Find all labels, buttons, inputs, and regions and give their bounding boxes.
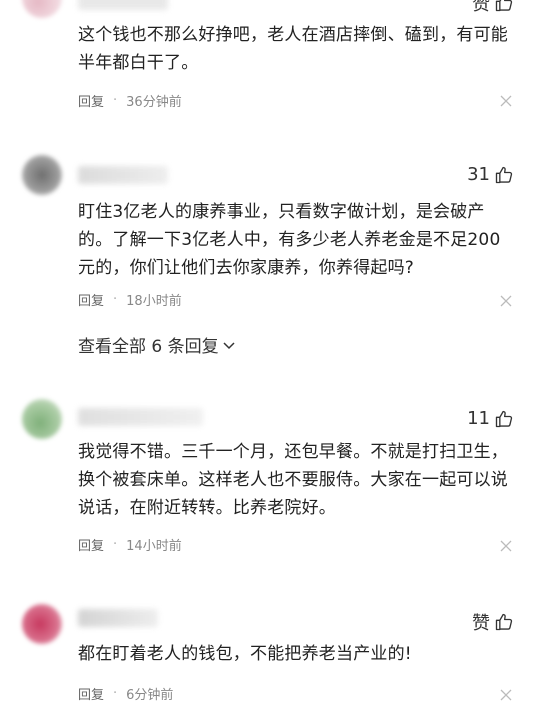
like-label: 赞 — [472, 0, 490, 15]
reply-button[interactable]: 回复 — [78, 535, 104, 554]
avatar[interactable] — [22, 155, 62, 195]
comment-line: 都在盯着老人的钱包，不能把养老当产业的! — [78, 644, 412, 664]
meta-separator: · — [113, 292, 118, 307]
close-icon[interactable] — [500, 540, 512, 552]
comment-line: 我觉得不错。三千一个月，还包早餐。不就是打扫卫生， — [78, 442, 508, 462]
like-button[interactable]: 赞 — [472, 609, 514, 635]
like-button[interactable]: 赞 — [472, 0, 514, 16]
avatar[interactable] — [22, 399, 62, 439]
username[interactable] — [78, 609, 158, 627]
thumbs-up-icon — [495, 0, 513, 12]
username[interactable] — [78, 166, 168, 184]
username[interactable] — [78, 0, 168, 10]
comment-meta: 回复 · 18小时前 — [78, 290, 182, 309]
like-count: 11 — [467, 408, 490, 429]
view-all-label: 查看全部 6 条回复 — [78, 337, 219, 357]
comment-line: 的。了解一下3亿老人中，有多少老人养老金是不足200 — [78, 230, 501, 250]
thumbs-up-icon — [495, 613, 513, 631]
meta-separator: · — [113, 686, 118, 701]
comment-line: 说话，在附近转转。比养老院好。 — [78, 498, 336, 518]
reply-button[interactable]: 回复 — [78, 684, 104, 703]
comment-text: 这个钱也不那么好挣吧，老人在酒店摔倒、磕到，有可能 半年都白干了。 — [78, 21, 518, 77]
meta-separator: · — [113, 93, 118, 108]
comment-line: 这个钱也不那么好挣吧，老人在酒店摔倒、磕到，有可能 — [78, 25, 508, 45]
comment-text: 盯住3亿老人的康养事业，只看数字做计划，是会破产 的。了解一下3亿老人中，有多少… — [78, 198, 518, 282]
comment-line: 盯住3亿老人的康养事业，只看数字做计划，是会破产 — [78, 202, 485, 222]
avatar[interactable] — [22, 0, 62, 18]
thumbs-up-icon — [495, 166, 513, 183]
timestamp: 36分钟前 — [126, 95, 182, 110]
thumbs-up-icon — [495, 410, 513, 427]
comment-meta: 回复 · 36分钟前 — [78, 91, 182, 110]
meta-separator: · — [113, 537, 118, 552]
timestamp: 6分钟前 — [126, 688, 174, 703]
avatar[interactable] — [22, 604, 62, 644]
close-icon[interactable] — [500, 295, 512, 307]
comment-text: 我觉得不错。三千一个月，还包早餐。不就是打扫卫生， 换个被套床单。这样老人也不要… — [78, 438, 518, 522]
like-button[interactable]: 11 — [467, 408, 514, 429]
timestamp: 18小时前 — [126, 294, 182, 309]
reply-button[interactable]: 回复 — [78, 91, 104, 110]
comment-line: 元的，你们让他们去你家康养，你养得起吗? — [78, 258, 415, 278]
comment-line: 半年都白干了。 — [78, 53, 199, 73]
close-icon[interactable] — [500, 95, 512, 107]
like-button[interactable]: 31 — [467, 164, 514, 185]
timestamp: 14小时前 — [126, 539, 182, 554]
reply-button[interactable]: 回复 — [78, 290, 104, 309]
comment-meta: 回复 · 14小时前 — [78, 535, 182, 554]
like-count: 31 — [467, 164, 490, 185]
comment-line: 换个被套床单。这样老人也不要服侍。大家在一起可以说 — [78, 470, 508, 490]
close-icon[interactable] — [500, 689, 512, 701]
username[interactable] — [78, 408, 203, 426]
comment-meta: 回复 · 6分钟前 — [78, 684, 173, 703]
comment-text: 都在盯着老人的钱包，不能把养老当产业的! — [78, 640, 518, 668]
chevron-down-icon — [223, 341, 235, 349]
like-label: 赞 — [472, 613, 490, 634]
view-all-replies-link[interactable]: 查看全部 6 条回复 — [78, 332, 235, 357]
